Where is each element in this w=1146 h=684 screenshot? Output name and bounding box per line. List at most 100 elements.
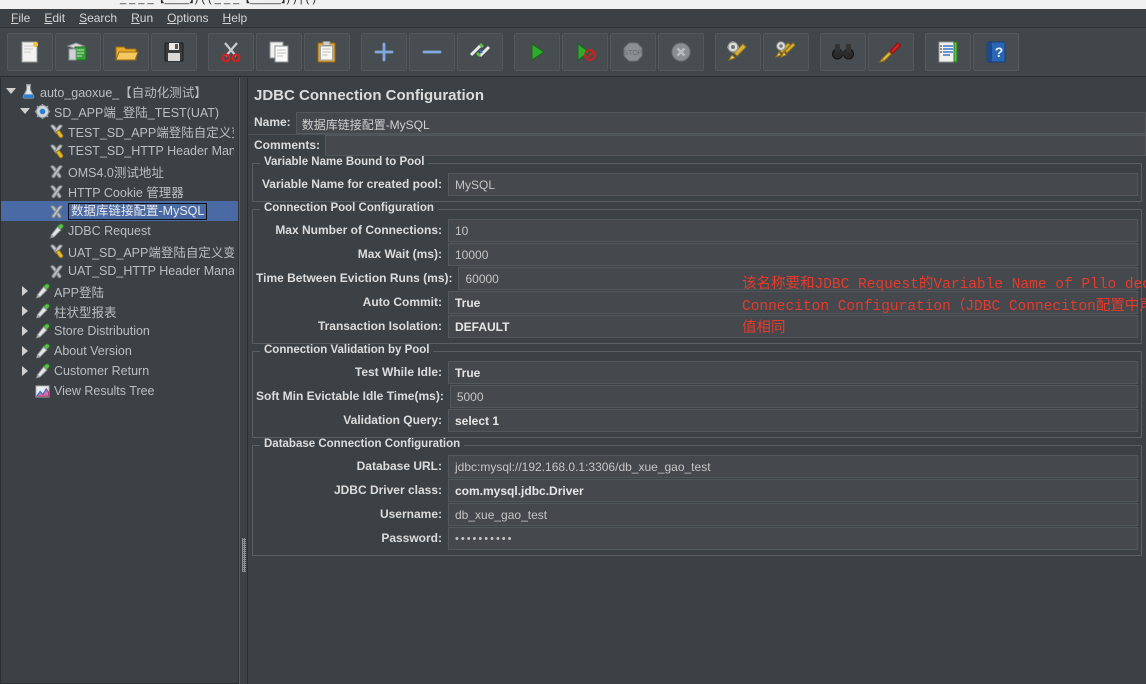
tree-node-label: TEST_SD_APP端登陆自定义变量值: [68, 125, 234, 140]
tree-node[interactable]: Store Distribution: [1, 321, 238, 341]
toolbar-button-reset-search-broom[interactable]: [868, 33, 914, 71]
toolbar-button-collapse-minus[interactable]: [409, 33, 455, 71]
tree-node[interactable]: TEST_SD_APP端登陆自定义变量值: [1, 121, 238, 141]
tree-node[interactable]: APP登陆: [1, 281, 238, 301]
config-element-icon-yellow: [47, 142, 65, 160]
menu-edit[interactable]: Edit: [37, 10, 72, 26]
config-field-input[interactable]: jdbc:mysql://192.168.0.1:3306/db_xue_gao…: [448, 455, 1138, 478]
tree-toggle-right-icon[interactable]: [17, 341, 33, 361]
splitter-grip[interactable]: [242, 538, 246, 572]
toolbar-separator: [915, 33, 924, 71]
name-label: Name:: [254, 115, 291, 129]
collapse-minus-icon: [419, 39, 445, 65]
config-group-body: Max Number of Connections: 10 Max Wait (ms…: [256, 210, 1138, 338]
tree-node[interactable]: HTTP Cookie 管理器: [1, 181, 238, 201]
toolbar-button-cut-scissors[interactable]: [208, 33, 254, 71]
config-field-input[interactable]: DEFAULT: [448, 315, 1138, 338]
tree-toggle-down-icon[interactable]: [17, 101, 33, 121]
config-field-label: Test While Idle:: [354, 365, 442, 379]
test-plan-tree[interactable]: auto_gaoxue_【自动化测试】 SD_APP端_登陆_TEST(UAT) T…: [1, 78, 238, 401]
toolbar-button-new-file[interactable]: [7, 33, 53, 71]
tree-node-label: OMS4.0测试地址: [68, 165, 164, 180]
tree-toggle-placeholder: [31, 201, 47, 221]
menu-file[interactable]: File: [4, 10, 37, 26]
config-field-row: Password: ••••••••••: [256, 527, 1138, 550]
menu-search[interactable]: Search: [72, 10, 124, 26]
menu-label-rest: earch: [87, 11, 118, 25]
window-titlebar: _ _ _ _【____】) ( ( _ _ _【_____】) ) | ( ): [0, 0, 1146, 9]
toolbar-separator: [351, 33, 360, 71]
tree-node[interactable]: JDBC Request: [1, 221, 238, 241]
toolbar-button-search-binoculars[interactable]: [820, 33, 866, 71]
menu-label-rest: dit: [52, 11, 66, 25]
toolbar-button-toggle-pencils[interactable]: [457, 33, 503, 71]
tree-toggle-right-icon[interactable]: [17, 361, 33, 381]
tree-node[interactable]: About Version: [1, 341, 238, 361]
config-field-input[interactable]: db_xue_gao_test: [448, 503, 1138, 526]
tree-node[interactable]: Customer Return: [1, 361, 238, 381]
config-field-label: Username:: [379, 507, 442, 521]
toolbar-button-paste-clipboard[interactable]: [304, 33, 350, 71]
tree-node[interactable]: auto_gaoxue_【自动化测试】: [1, 81, 238, 101]
shutdown-icon: [668, 39, 694, 65]
toolbar-button-templates[interactable]: [55, 33, 101, 71]
config-field-input[interactable]: com.mysql.jdbc.Driver: [448, 479, 1138, 502]
tree-node[interactable]: 数据库链接配置-MySQL: [1, 201, 238, 221]
toolbar-button-function-helper[interactable]: [925, 33, 971, 71]
config-field-input[interactable]: select 1: [448, 409, 1138, 432]
menu-help[interactable]: Help: [216, 10, 255, 26]
toolbar-button-shutdown[interactable]: [658, 33, 704, 71]
menu-options[interactable]: Options: [160, 10, 215, 26]
start-play-icon: [524, 39, 550, 65]
name-row: Name: 数据库链接配置-MySQL: [248, 112, 1146, 134]
config-element-icon: [47, 182, 65, 200]
test-plan-tree-panel[interactable]: auto_gaoxue_【自动化测试】 SD_APP端_登陆_TEST(UAT) T…: [0, 78, 239, 684]
config-field-input[interactable]: 60000: [458, 267, 1138, 290]
tree-node[interactable]: UAT_SD_APP端登陆自定义变量值: [1, 241, 238, 261]
tree-node[interactable]: OMS4.0测试地址: [1, 161, 238, 181]
tree-toggle-right-icon[interactable]: [17, 281, 33, 301]
name-input[interactable]: 数据库链接配置-MySQL: [295, 112, 1146, 134]
menu-label-rest: ile: [18, 11, 31, 25]
sampler-pipette-icon: [33, 342, 51, 360]
tree-toggle-right-icon[interactable]: [17, 321, 33, 341]
toolbar-button-expand-plus[interactable]: [361, 33, 407, 71]
config-field-label: Variable Name for created pool:: [261, 177, 442, 191]
config-field-row: Test While Idle: True: [256, 361, 1138, 384]
toolbar-button-start-play[interactable]: [514, 33, 560, 71]
menu-run[interactable]: Run: [124, 10, 160, 26]
cut-scissors-icon: [218, 39, 244, 65]
save-floppy-icon: [161, 39, 187, 65]
tree-toggle-right-icon[interactable]: [17, 301, 33, 321]
toolbar-button-help-book[interactable]: ?: [973, 33, 1019, 71]
config-field-input[interactable]: 10: [448, 219, 1138, 242]
config-field-label: Max Number of Connections:: [275, 223, 442, 237]
config-field-input[interactable]: MySQL: [448, 173, 1138, 196]
panel-splitter[interactable]: [239, 78, 248, 684]
tree-node[interactable]: 柱状型报表: [1, 301, 238, 321]
toolbar-button-copy[interactable]: [256, 33, 302, 71]
config-field-input[interactable]: 10000: [448, 243, 1138, 266]
config-field-row: Database URL: jdbc:mysql://192.168.0.1:33…: [256, 455, 1138, 478]
toolbar: STOP?: [0, 28, 1146, 77]
tree-node-label: auto_gaoxue_【自动化测试】: [40, 85, 207, 100]
config-field-input[interactable]: True: [448, 361, 1138, 384]
tree-node[interactable]: TEST_SD_HTTP Header Manager: [1, 141, 238, 161]
tree-node[interactable]: SD_APP端_登陆_TEST(UAT): [1, 101, 238, 121]
config-field-input[interactable]: True: [448, 291, 1138, 314]
config-field-input[interactable]: 5000: [449, 385, 1138, 408]
toolbar-button-open-folder[interactable]: [103, 33, 149, 71]
toolbar-button-start-no-pauses[interactable]: [562, 33, 608, 71]
toolbar-button-clear-all-gear-brooms[interactable]: [763, 33, 809, 71]
toolbar-button-clear-gear-broom[interactable]: [715, 33, 761, 71]
toolbar-button-save-floppy[interactable]: [151, 33, 197, 71]
config-field-row: Username: db_xue_gao_test: [256, 503, 1138, 526]
tree-toggle-down-icon[interactable]: [3, 81, 19, 101]
tree-node[interactable]: View Results Tree: [1, 381, 238, 401]
tree-toggle-placeholder: [31, 241, 47, 261]
config-field-input[interactable]: ••••••••••: [448, 527, 1138, 550]
comments-input[interactable]: [325, 135, 1146, 156]
tree-toggle-placeholder: [31, 181, 47, 201]
tree-node[interactable]: UAT_SD_HTTP Header Manager: [1, 261, 238, 281]
toolbar-button-stop[interactable]: STOP: [610, 33, 656, 71]
